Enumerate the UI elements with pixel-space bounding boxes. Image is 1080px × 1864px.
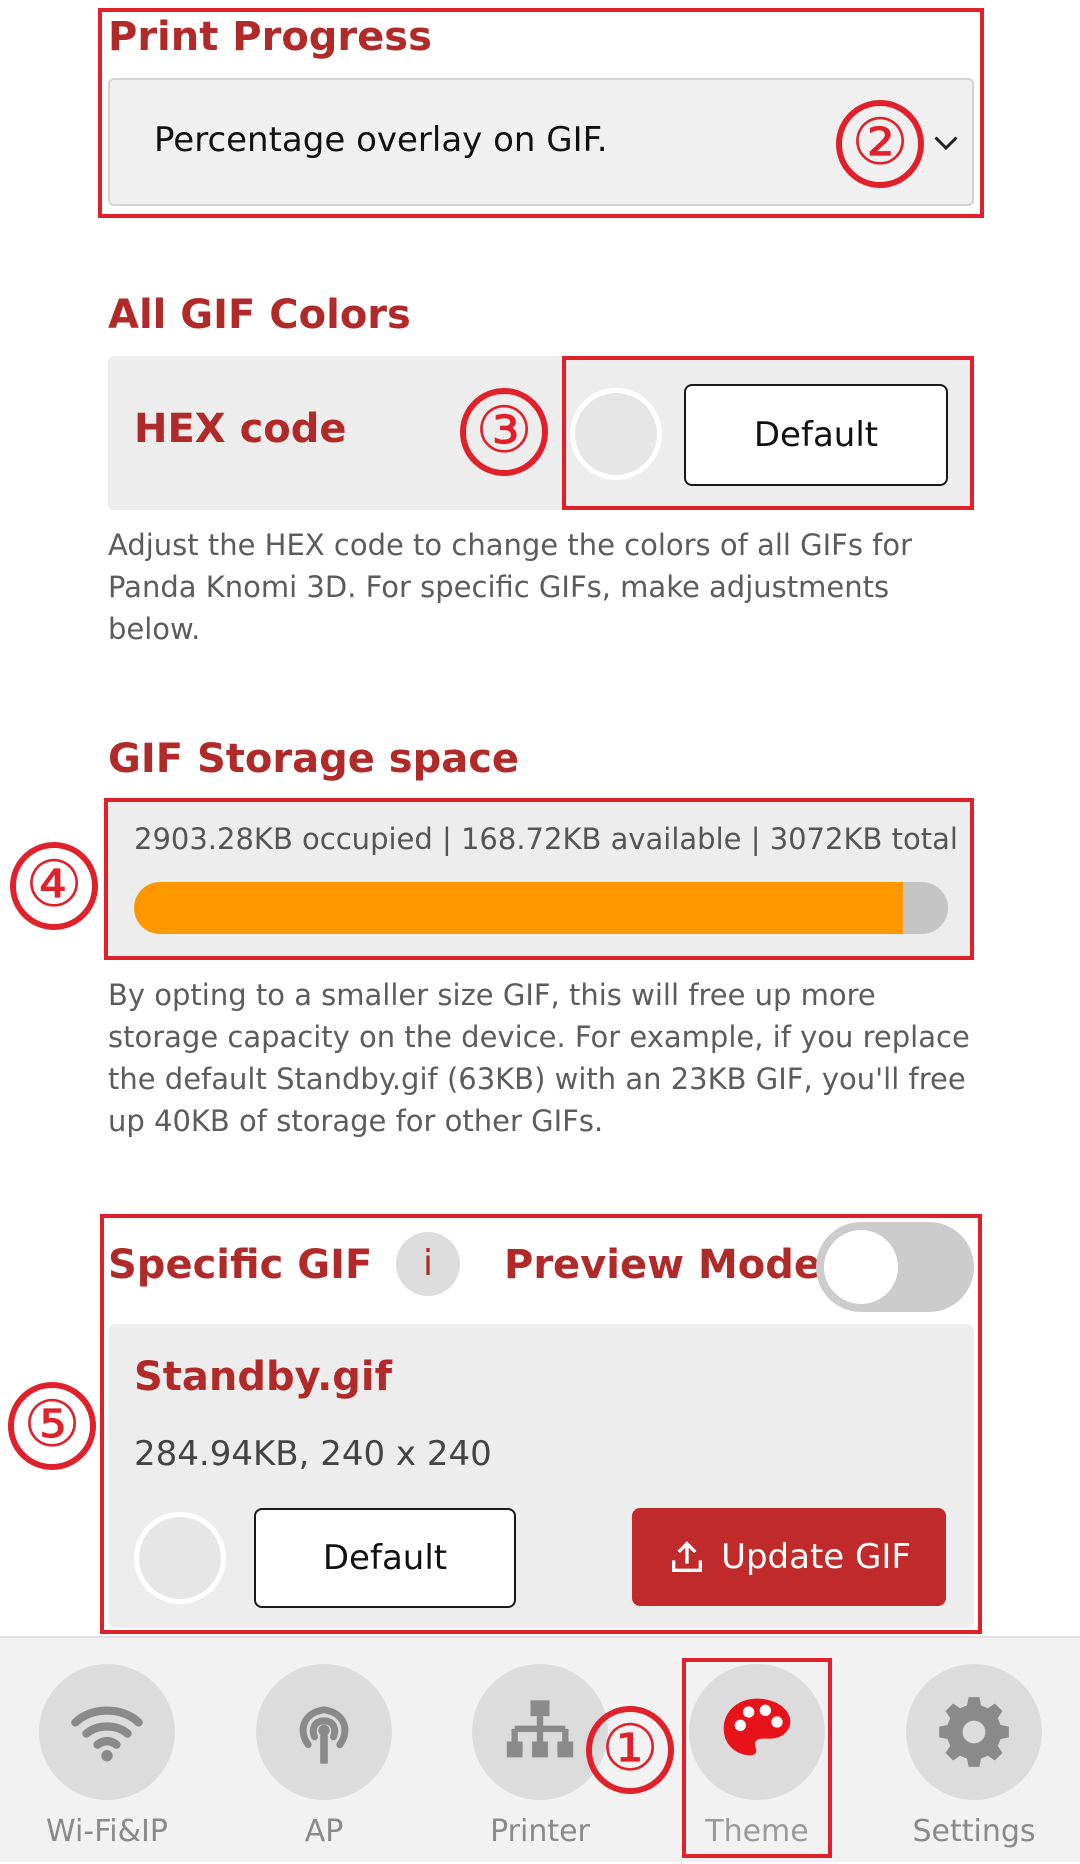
- annotation-box-3: [562, 356, 974, 510]
- annotation-box-1: [682, 1658, 832, 1858]
- nav-label: AP: [304, 1814, 344, 1849]
- annotation-box-5: [100, 1214, 982, 1634]
- antenna-icon: [299, 1706, 349, 1764]
- nav-label: Printer: [490, 1814, 590, 1849]
- wifi-icon: [71, 1706, 143, 1762]
- annotation-marker-3: ③: [460, 388, 548, 476]
- annotation-marker-2: ②: [836, 100, 924, 188]
- annotation-marker-4: ④: [10, 842, 98, 930]
- storage-title: GIF Storage space: [108, 736, 520, 782]
- annotation-marker-5: ⑤: [8, 1382, 96, 1470]
- network-tree-icon: [506, 1700, 574, 1758]
- annotation-marker-1: ①: [586, 1706, 674, 1794]
- storage-help: By opting to a smaller size GIF, this wi…: [108, 978, 970, 1138]
- nav-item-settings[interactable]: Settings: [884, 1664, 1064, 1864]
- gif-colors-title: All GIF Colors: [108, 292, 411, 338]
- annotation-box-4: [104, 798, 974, 960]
- bottom-nav: Wi-Fi&IP AP Printer Theme Settings: [0, 1636, 1080, 1862]
- nav-label: Settings: [912, 1814, 1036, 1849]
- gif-colors-help: Adjust the HEX code to change the colors…: [108, 528, 913, 646]
- nav-label: Wi-Fi&IP: [46, 1814, 168, 1849]
- gear-icon: [939, 1697, 1009, 1767]
- nav-item-ap[interactable]: AP: [234, 1664, 414, 1864]
- hex-code-label: HEX code: [134, 406, 347, 452]
- nav-item-wifi[interactable]: Wi-Fi&IP: [17, 1664, 197, 1864]
